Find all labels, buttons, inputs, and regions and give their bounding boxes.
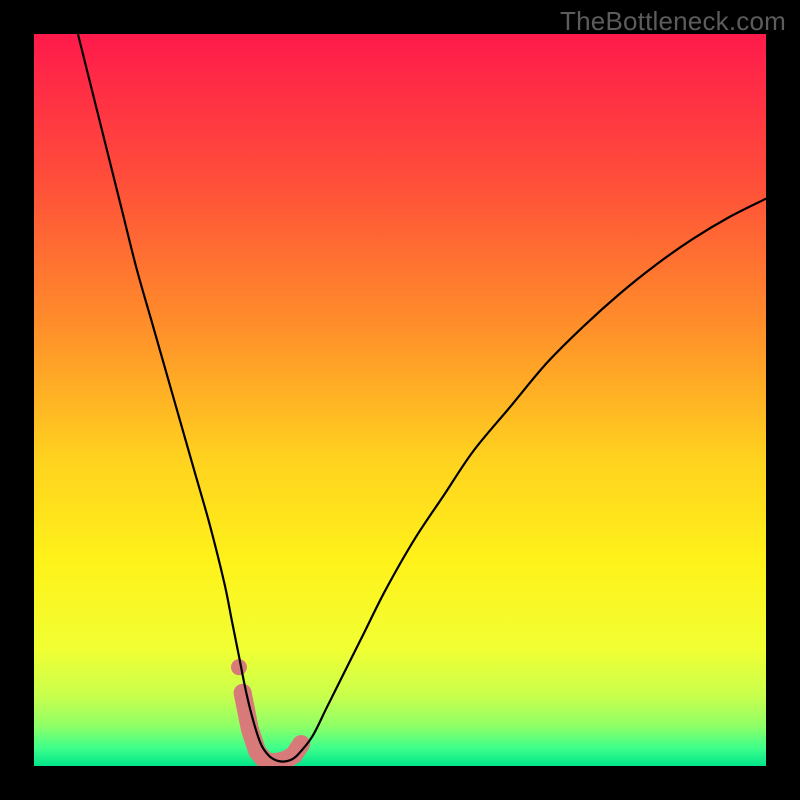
gradient-background [34, 34, 766, 766]
watermark-text: TheBottleneck.com [560, 6, 786, 37]
plot-area [34, 34, 766, 766]
chart-frame: TheBottleneck.com [0, 0, 800, 800]
chart-svg [34, 34, 766, 766]
